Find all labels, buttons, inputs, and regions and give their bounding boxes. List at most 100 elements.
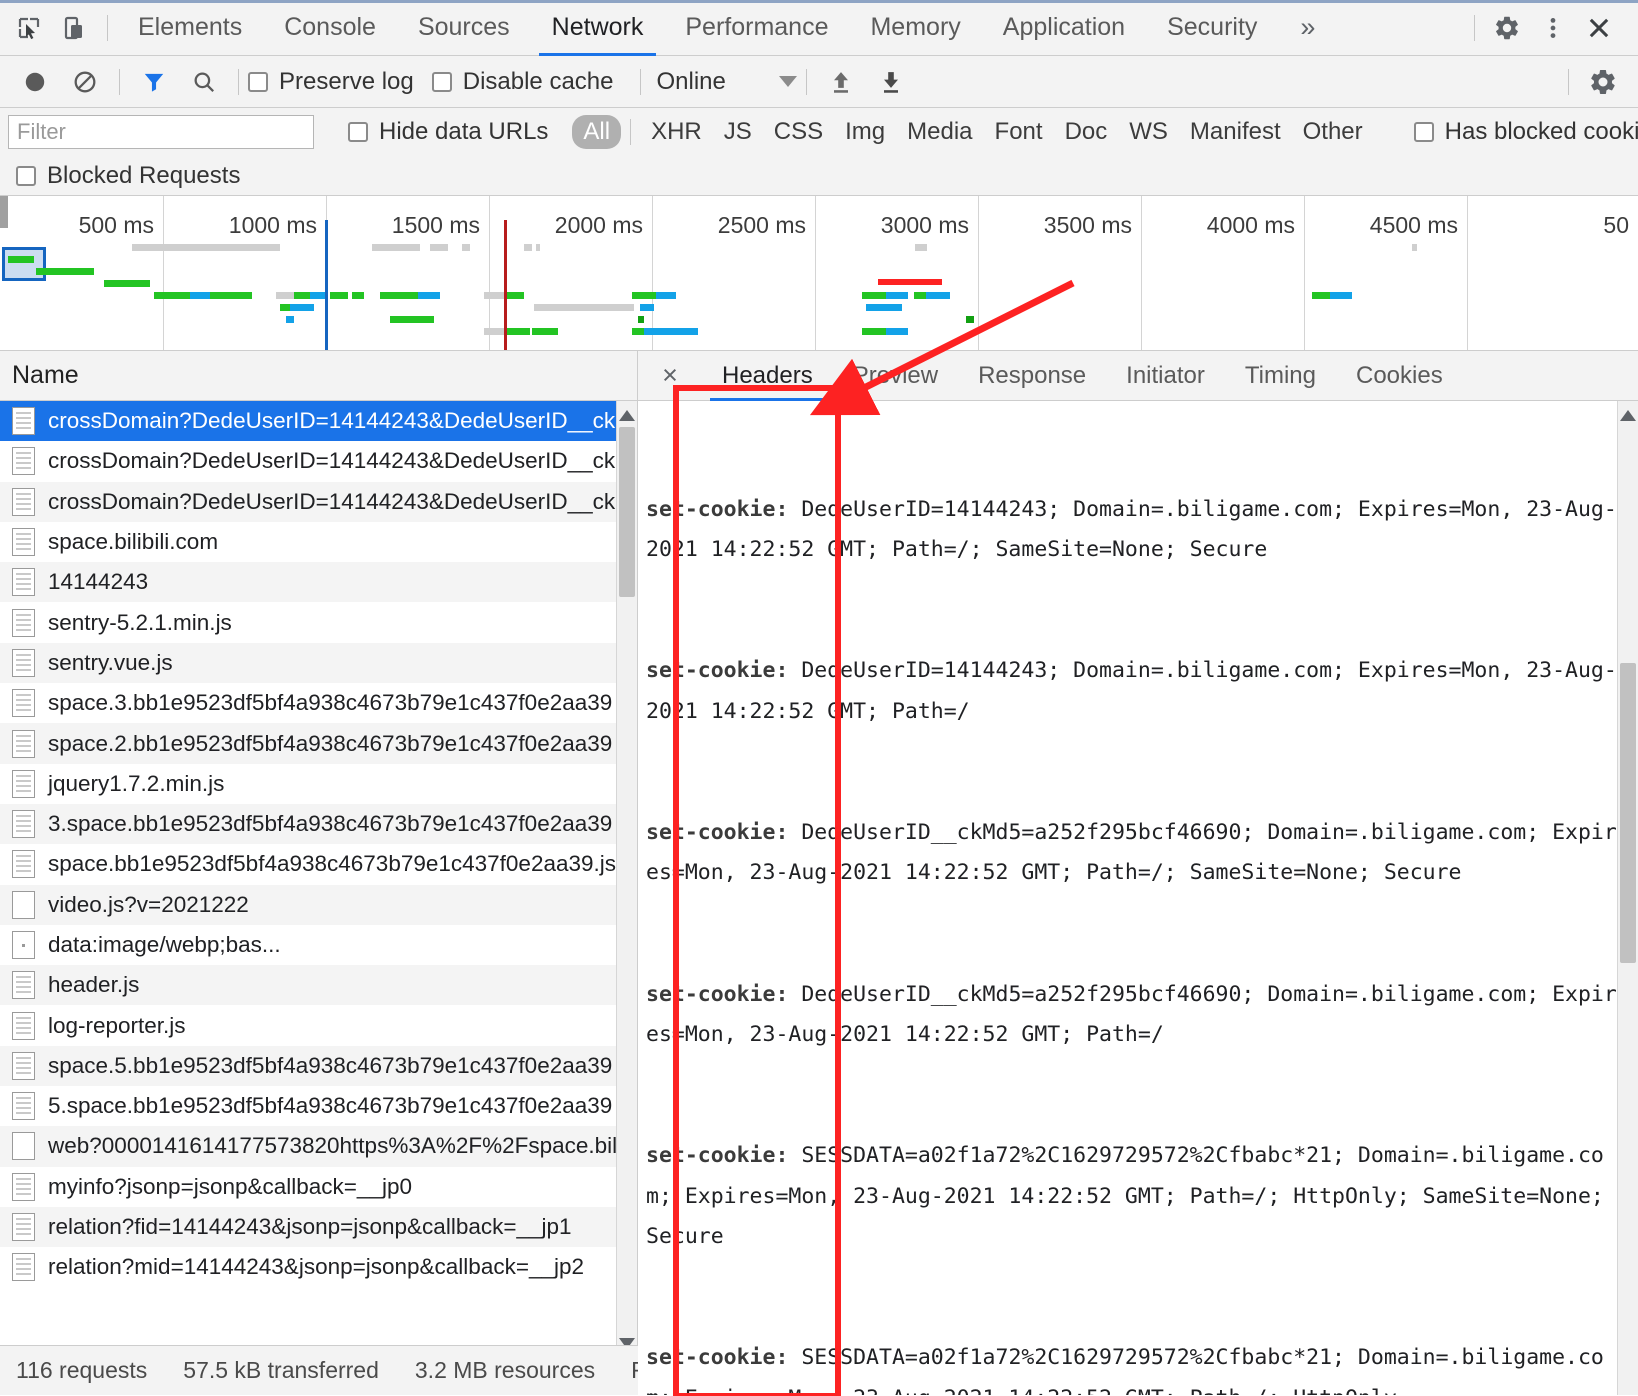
more-tabs-icon[interactable]: » bbox=[1278, 12, 1337, 43]
request-list[interactable]: crossDomain?DedeUserID=14144243&DedeUser… bbox=[0, 401, 637, 1395]
table-row[interactable]: jquery1.7.2.min.js bbox=[0, 764, 637, 804]
table-row[interactable]: video.js?v=2021222 bbox=[0, 884, 637, 925]
table-row[interactable]: 14144243 bbox=[0, 562, 637, 603]
network-settings-gear-icon[interactable] bbox=[1578, 60, 1628, 104]
table-row[interactable]: 5.space.bb1e9523df5bf4a938c4673b79e1c437… bbox=[0, 1086, 637, 1126]
detail-scroll-up-arrow-icon[interactable] bbox=[1618, 405, 1638, 425]
header-line: set-cookie: SESSDATA=a02f1a72%2C16297295… bbox=[646, 1136, 1628, 1257]
table-row[interactable]: relation?fid=14144243&jsonp=jsonp&callba… bbox=[0, 1206, 637, 1248]
filter-type-xhr[interactable]: XHR bbox=[640, 115, 713, 149]
filter-type-doc[interactable]: Doc bbox=[1054, 115, 1119, 149]
table-row[interactable]: relation?mid=14144243&jsonp=jsonp&callba… bbox=[0, 1247, 637, 1287]
search-button[interactable] bbox=[179, 60, 229, 104]
tab-headers[interactable]: Headers bbox=[702, 351, 833, 401]
filter-type-ws[interactable]: WS bbox=[1118, 115, 1179, 149]
preserve-log-checkbox-group[interactable]: Preserve log bbox=[248, 68, 432, 96]
tab-network[interactable]: Network bbox=[531, 0, 665, 56]
tab-performance[interactable]: Performance bbox=[664, 0, 849, 56]
network-overview-timeline[interactable]: 500 ms 1000 ms 1500 ms 2000 ms 2500 ms 3… bbox=[0, 196, 1638, 351]
tab-initiator[interactable]: Initiator bbox=[1106, 351, 1225, 401]
preserve-log-label[interactable]: Preserve log bbox=[279, 68, 414, 96]
table-row[interactable]: sentry.vue.js bbox=[0, 642, 637, 684]
overview-left-handle[interactable] bbox=[0, 196, 8, 228]
has-blocked-cookies-checkbox[interactable] bbox=[1413, 122, 1434, 142]
import-har-icon[interactable] bbox=[816, 60, 866, 104]
disable-cache-checkbox[interactable] bbox=[431, 71, 452, 92]
tab-preview[interactable]: Preview bbox=[833, 351, 958, 401]
tab-memory-label: Memory bbox=[870, 13, 961, 41]
filter-type-font[interactable]: Font bbox=[984, 115, 1054, 149]
table-row[interactable]: space.bb1e9523df5bf4a938c4673b79e1c437f0… bbox=[0, 844, 637, 884]
request-list-scrollbar[interactable] bbox=[616, 401, 637, 1395]
has-blocked-cookies-label[interactable]: Has blocked cookies bbox=[1445, 118, 1638, 146]
disable-cache-checkbox-group[interactable]: Disable cache bbox=[431, 68, 632, 96]
overview-bar bbox=[926, 292, 950, 299]
response-headers-content[interactable]: set-cookie: DedeUserID=14144243; Domain=… bbox=[638, 401, 1638, 1395]
tab-memory[interactable]: Memory bbox=[849, 0, 981, 56]
clear-button[interactable] bbox=[60, 60, 110, 104]
table-row[interactable]: space.bilibili.com bbox=[0, 522, 637, 562]
inspect-element-icon[interactable] bbox=[6, 5, 52, 51]
device-toolbar-icon[interactable] bbox=[52, 5, 98, 51]
hide-data-urls-label[interactable]: Hide data URLs bbox=[379, 118, 548, 146]
disable-cache-label[interactable]: Disable cache bbox=[463, 68, 614, 96]
table-row[interactable]: space.5.bb1e9523df5bf4a938c4673b79e1c437… bbox=[0, 1045, 637, 1087]
filter-type-media[interactable]: Media bbox=[896, 115, 983, 149]
filter-type-css[interactable]: CSS bbox=[763, 115, 834, 149]
table-row[interactable]: data:image/webp;bas... bbox=[0, 925, 637, 965]
panel-tab-list: Elements Console Sources Network Perform… bbox=[117, 0, 1278, 56]
table-row[interactable]: myinfo?jsonp=jsonp&callback=__jp0 bbox=[0, 1167, 637, 1207]
has-blocked-cookies-checkbox-group[interactable]: Has blocked cookies bbox=[1413, 118, 1638, 146]
detail-scrollbar[interactable] bbox=[1617, 401, 1638, 1395]
filter-type-other[interactable]: Other bbox=[1292, 115, 1374, 149]
hide-data-urls-checkbox[interactable] bbox=[348, 122, 368, 142]
request-name: space.bilibili.com bbox=[48, 529, 219, 555]
table-row[interactable]: crossDomain?DedeUserID=14144243&DedeUser… bbox=[0, 401, 637, 442]
table-row[interactable]: crossDomain?DedeUserID=14144243&DedeUser… bbox=[0, 481, 637, 522]
blocked-requests-label[interactable]: Blocked Requests bbox=[47, 162, 240, 190]
three-dot-menu-icon[interactable] bbox=[1530, 5, 1576, 51]
export-har-icon[interactable] bbox=[866, 60, 916, 104]
request-list-scrollbar-thumb[interactable] bbox=[619, 427, 635, 597]
filter-input[interactable] bbox=[8, 115, 314, 149]
filter-type-js[interactable]: JS bbox=[713, 115, 763, 149]
header-key: set-cookie: bbox=[646, 820, 789, 846]
table-row[interactable]: crossDomain?DedeUserID=14144243&DedeUser… bbox=[0, 441, 637, 481]
overview-bar bbox=[504, 328, 530, 335]
controls-divider-3 bbox=[640, 68, 642, 95]
filter-type-img[interactable]: Img bbox=[834, 115, 896, 149]
table-row[interactable]: sentry-5.2.1.min.js bbox=[0, 602, 637, 642]
request-list-header[interactable]: Name bbox=[0, 351, 637, 401]
tab-cookies[interactable]: Cookies bbox=[1336, 351, 1463, 401]
filter-type-all[interactable]: All bbox=[572, 115, 622, 149]
tab-elements[interactable]: Elements bbox=[117, 0, 263, 56]
overview-gridline bbox=[1304, 196, 1305, 350]
tab-timing[interactable]: Timing bbox=[1225, 351, 1336, 401]
tab-console[interactable]: Console bbox=[263, 0, 397, 56]
scroll-up-arrow-icon[interactable] bbox=[617, 405, 637, 425]
table-row[interactable]: space.3.bb1e9523df5bf4a938c4673b79e1c437… bbox=[0, 683, 637, 723]
header-line: set-cookie: DedeUserID__ckMd5=a252f295bc… bbox=[646, 975, 1628, 1056]
blocked-requests-checkbox[interactable] bbox=[16, 165, 36, 186]
close-icon[interactable] bbox=[1576, 5, 1622, 51]
table-row[interactable]: log-reporter.js bbox=[0, 1005, 637, 1045]
tab-response[interactable]: Response bbox=[958, 351, 1106, 401]
request-name: 3.space.bb1e9523df5bf4a938c4673b79e1c437… bbox=[48, 811, 613, 837]
chevron-down-icon[interactable] bbox=[778, 76, 797, 87]
table-row[interactable]: web?0000141614177573820https%3A%2F%2Fspa… bbox=[0, 1126, 637, 1167]
hide-data-urls-checkbox-group[interactable]: Hide data URLs bbox=[348, 118, 558, 146]
filter-button[interactable] bbox=[129, 60, 179, 104]
gear-icon[interactable] bbox=[1484, 5, 1530, 51]
tab-security[interactable]: Security bbox=[1146, 0, 1278, 56]
throttling-select[interactable]: Online bbox=[656, 68, 797, 96]
detail-scrollbar-thumb[interactable] bbox=[1620, 663, 1636, 963]
tab-sources[interactable]: Sources bbox=[397, 0, 531, 56]
close-detail-icon[interactable]: × bbox=[652, 360, 688, 391]
filter-type-manifest[interactable]: Manifest bbox=[1179, 115, 1292, 149]
record-button[interactable] bbox=[10, 60, 60, 104]
table-row[interactable]: space.2.bb1e9523df5bf4a938c4673b79e1c437… bbox=[0, 723, 637, 764]
table-row[interactable]: header.js bbox=[0, 965, 637, 1006]
preserve-log-checkbox[interactable] bbox=[248, 71, 268, 92]
table-row[interactable]: 3.space.bb1e9523df5bf4a938c4673b79e1c437… bbox=[0, 803, 637, 845]
tab-application[interactable]: Application bbox=[982, 0, 1146, 56]
